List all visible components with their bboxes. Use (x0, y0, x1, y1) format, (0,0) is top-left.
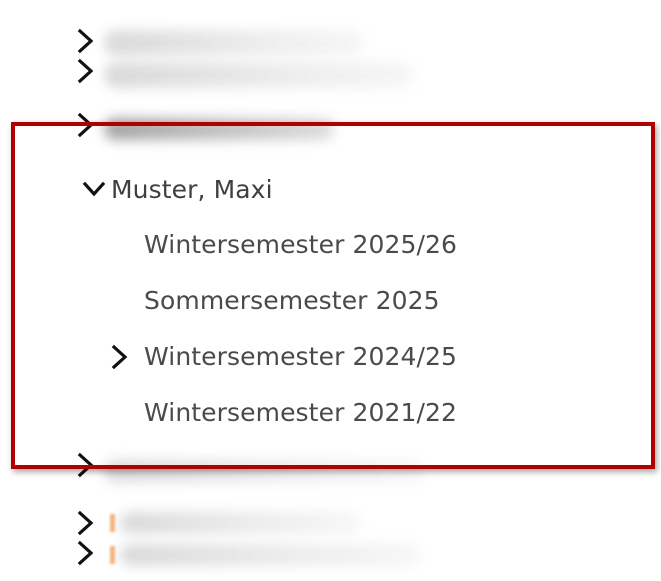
redacted-tree-item[interactable] (120, 512, 360, 534)
chevron-right-icon[interactable] (108, 342, 132, 372)
redacted-tree-item[interactable] (104, 460, 424, 482)
chevron-right-icon[interactable] (74, 56, 98, 86)
chevron-right-icon[interactable] (74, 110, 98, 140)
chevron-right-icon[interactable] (74, 508, 98, 538)
redacted-tree-item[interactable] (104, 62, 414, 88)
tree-item-child-1[interactable]: Wintersemester 2025/26 (144, 230, 457, 259)
redacted-tree-item[interactable] (104, 118, 334, 140)
tree-item-child-3[interactable]: Wintersemester 2024/25 (144, 342, 457, 371)
redacted-accent (110, 514, 115, 532)
tree-view: Muster, Maxi Wintersemester 2025/26 Somm… (0, 0, 661, 581)
chevron-down-icon[interactable] (82, 174, 106, 204)
redacted-tree-item[interactable] (104, 30, 364, 56)
chevron-right-icon[interactable] (74, 538, 98, 568)
tree-item-parent-label[interactable]: Muster, Maxi (111, 175, 273, 204)
chevron-right-icon[interactable] (74, 26, 98, 56)
chevron-right-icon[interactable] (74, 450, 98, 480)
tree-item-child-4[interactable]: Wintersemester 2021/22 (144, 398, 457, 427)
redacted-tree-item[interactable] (120, 544, 420, 566)
tree-item-child-2[interactable]: Sommersemester 2025 (144, 286, 440, 315)
redacted-accent (110, 546, 115, 564)
